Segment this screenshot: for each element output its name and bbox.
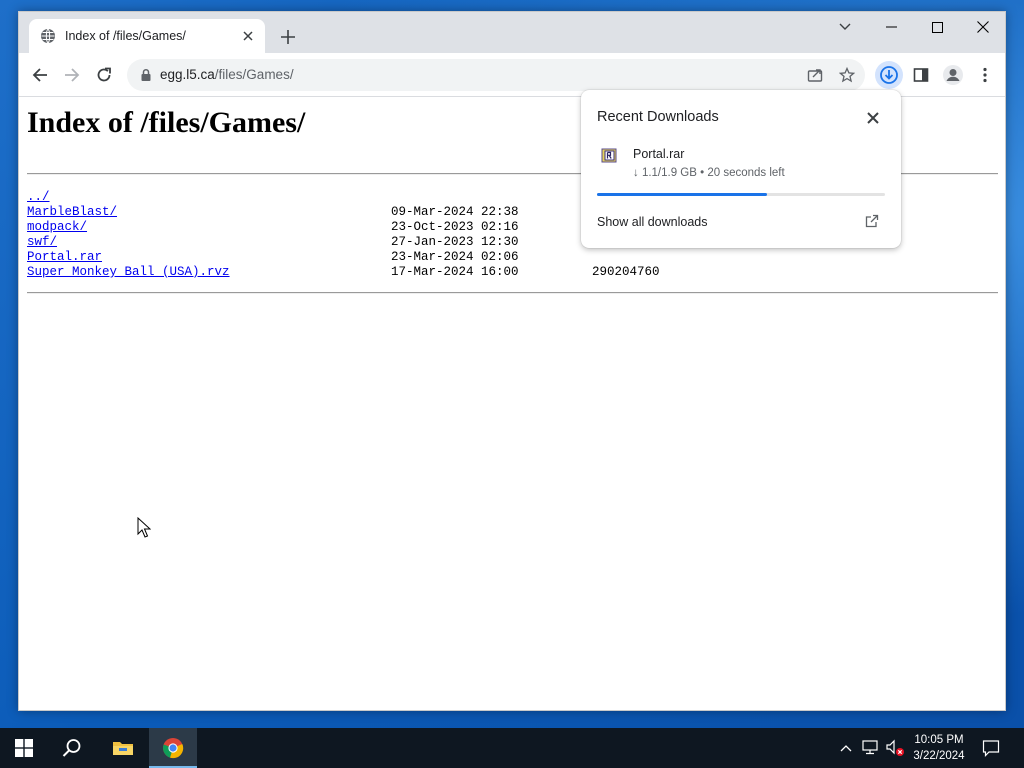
- download-progress-fill: [597, 193, 767, 196]
- start-button[interactable]: [0, 728, 48, 768]
- entry-date: 23-Oct-2023 02:16: [391, 220, 519, 234]
- network-icon[interactable]: [861, 738, 881, 758]
- maximize-button[interactable]: [914, 12, 960, 42]
- clock-time: 10:05 PM: [914, 734, 964, 746]
- search-icon: [62, 739, 81, 757]
- rar-file-icon: [600, 148, 618, 164]
- bookmark-star-icon[interactable]: [837, 65, 857, 85]
- close-window-button[interactable]: [960, 12, 1006, 42]
- windows-logo-icon: [15, 739, 33, 757]
- entry-link[interactable]: Super Monkey Ball (USA).rvz: [27, 265, 230, 280]
- show-all-downloads-link[interactable]: Show all downloads: [597, 215, 708, 229]
- globe-icon: [40, 28, 56, 44]
- entry-link[interactable]: MarbleBlast/: [27, 205, 117, 220]
- entry-link[interactable]: modpack/: [27, 220, 87, 235]
- mouse-cursor: [137, 516, 152, 539]
- download-icon: [880, 66, 898, 84]
- side-panel-button[interactable]: [907, 61, 935, 89]
- download-progress-bar: [597, 193, 885, 196]
- more-menu-icon[interactable]: [971, 61, 999, 89]
- tab-strip: Index of /files/Games/: [19, 12, 1005, 53]
- back-button[interactable]: [26, 61, 54, 89]
- url-path: /files/Games/: [214, 67, 294, 82]
- minimize-button[interactable]: [868, 12, 914, 42]
- profile-avatar-icon[interactable]: [939, 61, 967, 89]
- entry-size: 290204760: [592, 265, 660, 279]
- close-icon[interactable]: [863, 108, 883, 128]
- tab-title: Index of /files/Games/: [65, 29, 186, 43]
- downloads-button[interactable]: [875, 61, 903, 89]
- new-tab-button[interactable]: [277, 26, 299, 48]
- reload-button[interactable]: [90, 61, 118, 89]
- parent-directory-link[interactable]: ../: [27, 190, 50, 205]
- entry-link[interactable]: swf/: [27, 235, 57, 250]
- forward-button[interactable]: [58, 61, 86, 89]
- chrome-icon: [163, 738, 184, 759]
- url-host: egg.l5.ca: [160, 67, 215, 82]
- notification-center-icon[interactable]: [981, 738, 1001, 758]
- tab-index-of-games[interactable]: Index of /files/Games/: [29, 19, 265, 53]
- folder-icon: [113, 742, 133, 755]
- downloads-bubble-title: Recent Downloads: [597, 109, 719, 125]
- entry-link[interactable]: Portal.rar: [27, 250, 102, 265]
- entry-date: 09-Mar-2024 22:38: [391, 205, 519, 219]
- clock-date: 3/22/2024: [913, 750, 965, 762]
- taskbar: 10:05 PM 3/22/2024: [0, 728, 1024, 768]
- url-text: egg.l5.ca/files/Games/: [160, 67, 294, 82]
- download-status: ↓ 1.1/1.9 GB • 20 seconds left: [633, 167, 785, 179]
- entry-date: 23-Mar-2024 02:06: [391, 250, 519, 264]
- address-bar[interactable]: egg.l5.ca/files/Games/: [127, 59, 865, 91]
- lock-icon[interactable]: [139, 68, 153, 82]
- tab-search-chevron-icon[interactable]: [822, 12, 868, 42]
- entry-date: 27-Jan-2023 12:30: [391, 235, 519, 249]
- download-item[interactable]: Portal.rar ↓ 1.1/1.9 GB • 20 seconds lef…: [581, 140, 901, 190]
- search-button[interactable]: [48, 728, 96, 768]
- volume-muted-icon[interactable]: [885, 738, 905, 758]
- chevron-up-icon[interactable]: [836, 738, 856, 758]
- entry-date: 17-Mar-2024 16:00: [391, 265, 519, 279]
- download-filename: Portal.rar: [633, 147, 685, 161]
- share-icon[interactable]: [805, 65, 825, 85]
- close-tab-icon[interactable]: [238, 26, 258, 46]
- page-heading: Index of /files/Games/: [27, 106, 306, 139]
- downloads-bubble: Recent Downloads Portal.rar ↓ 1.1/1.9 GB…: [581, 90, 901, 248]
- bottom-divider: [27, 292, 998, 294]
- open-external-icon[interactable]: [865, 214, 881, 230]
- chrome-taskbar-button[interactable]: [149, 728, 197, 768]
- system-clock[interactable]: 10:05 PM 3/22/2024: [908, 732, 970, 764]
- file-explorer-button[interactable]: [99, 728, 147, 768]
